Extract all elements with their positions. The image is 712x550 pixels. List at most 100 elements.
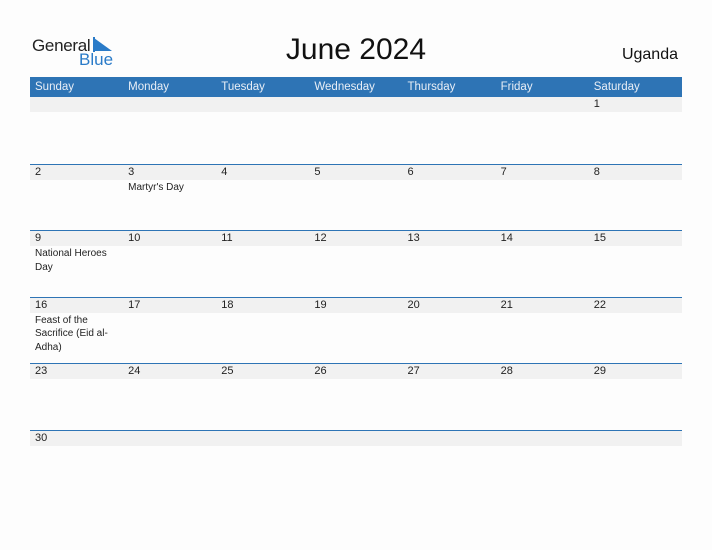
weekday-sunday: Sunday [35,81,75,93]
day-cell: 19 [309,297,403,355]
day-cell: 29 [588,364,682,379]
day-number: 30 [30,430,124,446]
weekday-wednesday: Wednesday [314,81,375,93]
day-cell [495,430,589,446]
day-number: 2 [30,164,124,180]
day-number: 13 [402,231,496,246]
page-title: June 2024 [285,33,427,66]
week-row: 23 24 25 26 27 28 29 [30,363,682,430]
day-cell [123,430,217,446]
weekday-tuesday: Tuesday [221,81,265,93]
day-number [309,97,403,112]
day-number [30,97,124,112]
day-number: 12 [309,231,403,246]
day-number: 20 [402,297,496,313]
day-number [216,430,310,446]
day-cell [402,430,496,446]
day-cell: 17 [123,297,217,355]
day-cell [309,430,403,446]
week-row: 16 Feast of the Sacrifice (Eid al-Adha) 17… [30,296,682,364]
day-cell: 21 [495,297,589,355]
day-number: 16 [30,297,124,313]
day-number [216,97,310,112]
day-number: 5 [309,164,403,180]
day-cell: 2 [30,164,124,195]
day-number [123,430,217,446]
day-cell: 15 [588,231,682,274]
country-label: Uganda [621,46,678,63]
day-cell: 3 Martyr's Day [123,164,217,195]
day-cell: 1 [588,97,682,112]
day-number: 1 [588,97,682,112]
day-number [495,97,589,112]
day-cell: 26 [309,364,403,379]
weekday-monday: Monday [128,81,170,93]
weekday-header: Sunday Monday Tuesday Wednesday Thursday… [30,77,682,97]
day-number: 9 [30,231,124,246]
weeks-container: 1 2 3 Martyr's Day 4 5 6 7 8 9 National Heroes Day… [30,97,682,496]
day-cell: 25 [216,364,310,379]
weekday-saturday: Saturday [593,81,640,93]
day-cell [123,97,217,112]
day-number [402,430,496,446]
day-number: 11 [216,231,310,246]
day-number: 22 [588,297,682,313]
day-cell: 23 [30,364,124,379]
holiday-label: National Heroes Day [35,248,107,273]
day-number: 6 [402,164,496,180]
day-number: 24 [123,364,217,379]
holiday-label: Feast of the Sacrifice (Eid al-Adha) [35,314,108,353]
day-cell [216,430,310,446]
week-row: 30 [30,429,682,497]
day-cell [402,97,496,112]
day-number: 27 [402,364,496,379]
calendar-grid: Sunday Monday Tuesday Wednesday Thursday… [30,77,682,496]
day-cell: 27 [402,364,496,379]
day-number: 23 [30,364,124,379]
day-number [309,430,403,446]
day-number: 10 [123,231,217,246]
day-number: 8 [588,164,682,180]
day-cell: 22 [588,297,682,355]
day-cell: 20 [402,297,496,355]
day-cell: 6 [402,164,496,195]
day-number: 18 [216,297,310,313]
week-row: 9 National Heroes Day 10 11 12 13 14 15 [30,230,682,297]
day-cell: 13 [402,231,496,274]
day-number: 25 [216,364,310,379]
day-number: 26 [309,364,403,379]
day-number: 17 [123,297,217,313]
day-number [123,97,217,112]
weekday-friday: Friday [500,81,533,93]
holiday-label: Martyr's Day [128,181,184,193]
day-number: 14 [495,231,589,246]
day-cell [309,97,403,112]
weekday-thursday: Thursday [407,81,456,93]
day-cell: 7 [495,164,589,195]
day-cell: 12 [309,231,403,274]
week-row: 1 [30,97,682,164]
week-row: 2 3 Martyr's Day 4 5 6 7 8 [30,163,682,231]
day-cell: 28 [495,364,589,379]
day-cell: 16 Feast of the Sacrifice (Eid al-Adha) [30,297,124,355]
day-number [588,430,682,446]
day-cell: 14 [495,231,589,274]
day-cell [588,430,682,446]
day-cell: 18 [216,297,310,355]
day-cell: 8 [588,164,682,195]
day-number: 15 [588,231,682,246]
day-number: 4 [216,164,310,180]
day-number: 3 [123,164,217,180]
day-cell [495,97,589,112]
day-number: 19 [309,297,403,313]
day-cell [216,97,310,112]
day-number: 21 [495,297,589,313]
day-cell: 11 [216,231,310,274]
day-cell: 24 [123,364,217,379]
day-cell: 30 [30,430,124,446]
day-number: 7 [495,164,589,180]
day-cell: 9 National Heroes Day [30,231,124,274]
day-number: 29 [588,364,682,379]
day-cell: 4 [216,164,310,195]
day-number: 28 [495,364,589,379]
